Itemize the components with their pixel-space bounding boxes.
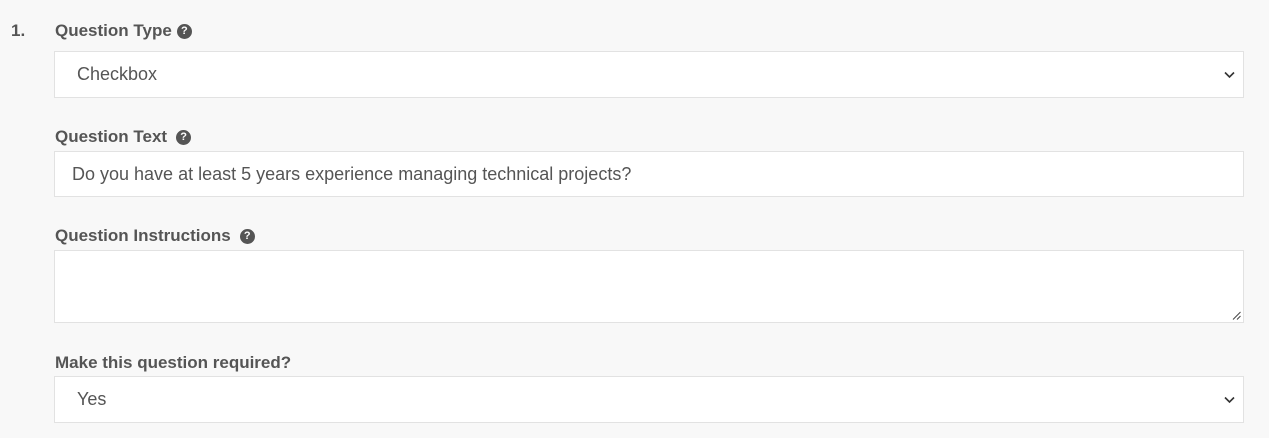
required-value: Yes: [77, 389, 107, 409]
question-type-value: Checkbox: [77, 64, 158, 84]
question-circle-icon[interactable]: ?: [176, 129, 192, 145]
question-circle-icon[interactable]: ?: [176, 23, 192, 39]
question-circle-icon[interactable]: ?: [239, 228, 255, 244]
question-instructions-label: Question Instructions: [55, 226, 231, 245]
required-label: Make this question required?: [55, 353, 292, 372]
required-label-row: Make this question required?: [55, 353, 291, 373]
question-instructions-label-row: Question Instructions ?: [55, 226, 255, 246]
question-text-label: Question Text: [55, 127, 168, 146]
resize-handle-icon[interactable]: [1232, 311, 1241, 320]
question-type-label-row: Question Type ?: [55, 21, 192, 41]
question-type-label: Question Type: [55, 21, 172, 40]
question-text-input[interactable]: Do you have at least 5 years experience …: [54, 151, 1244, 197]
chevron-down-icon: [1224, 71, 1235, 78]
question-text-value: Do you have at least 5 years experience …: [72, 163, 632, 184]
required-select[interactable]: Yes: [54, 376, 1244, 423]
chevron-down-icon: [1224, 396, 1235, 403]
question-number: 1.: [11, 21, 26, 40]
question-instructions-textarea[interactable]: [54, 250, 1244, 323]
question-editor: 1. Question Type ? Checkbox Question Tex…: [0, 0, 1269, 438]
question-text-label-row: Question Text ?: [55, 127, 192, 147]
question-type-select[interactable]: Checkbox: [54, 51, 1244, 98]
